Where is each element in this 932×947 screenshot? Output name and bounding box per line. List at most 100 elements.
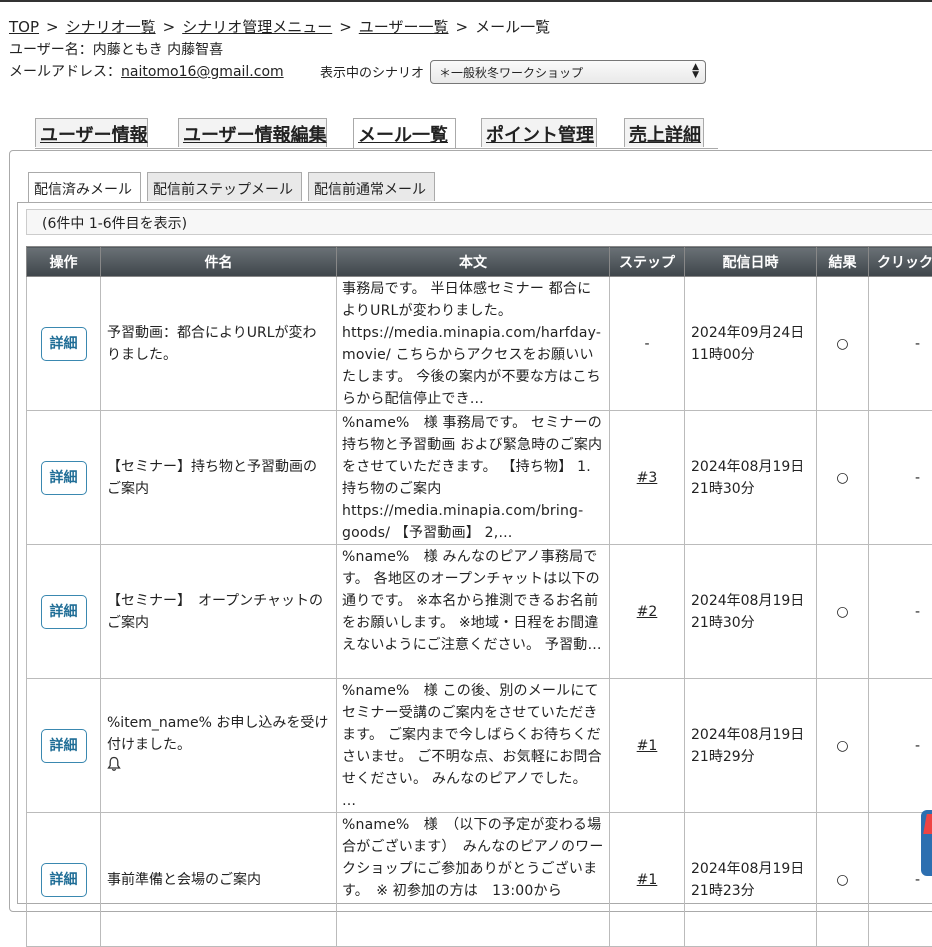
scenario-select[interactable]: ＊一般秋冬ワークショップ ▲▼ bbox=[430, 60, 706, 84]
step-cell: #3 bbox=[610, 411, 685, 545]
header-date: 配信日時 bbox=[685, 247, 817, 277]
header-step: ステップ bbox=[610, 247, 685, 277]
date-cell: 2024年08月19日 21時30分 bbox=[685, 411, 817, 545]
date-value: 2024年08月19日 bbox=[691, 861, 804, 877]
tab-mail-list[interactable]: メール一覧 bbox=[353, 118, 456, 149]
breadcrumb-scenario-menu[interactable]: シナリオ管理メニュー bbox=[182, 18, 332, 36]
body-cell: %name% 様 （以下の予定が変わる場合がございます） みんなのピアノのワーク… bbox=[337, 813, 610, 947]
result-cell: ○ bbox=[817, 545, 869, 679]
action-cell: 詳細 bbox=[27, 679, 101, 813]
click-cell: - bbox=[869, 277, 932, 411]
action-cell: 詳細 bbox=[27, 277, 101, 411]
step-cell: #2 bbox=[610, 545, 685, 679]
user-name-line: ユーザー名：内藤ともき 内藤智喜 bbox=[9, 39, 223, 59]
user-email-line: メールアドレス：naitomo16@gmail.com bbox=[9, 61, 284, 81]
subtab-sent-mail[interactable]: 配信済みメール bbox=[28, 172, 141, 202]
table-header-row: 操作 件名 本文 ステップ 配信日時 結果 クリック bbox=[27, 247, 932, 277]
click-cell: - bbox=[869, 679, 932, 813]
result-cell: ○ bbox=[817, 679, 869, 813]
result-cell: ○ bbox=[817, 411, 869, 545]
time-value: 11時00分 bbox=[691, 347, 755, 363]
date-cell: 2024年08月19日 21時30分 bbox=[685, 545, 817, 679]
user-name-value: 内藤ともき 内藤智喜 bbox=[93, 42, 223, 58]
date-cell: 2024年08月19日 21時29分 bbox=[685, 679, 817, 813]
floating-widget[interactable] bbox=[921, 810, 932, 876]
bell-icon bbox=[107, 756, 121, 772]
result-cell: ○ bbox=[817, 813, 869, 947]
header-action: 操作 bbox=[27, 247, 101, 277]
breadcrumb-separator: > bbox=[455, 18, 468, 36]
detail-button[interactable]: 詳細 bbox=[41, 863, 87, 897]
breadcrumb-user-list[interactable]: ユーザー一覧 bbox=[359, 18, 449, 36]
click-cell: - bbox=[869, 545, 932, 679]
click-cell: - bbox=[869, 411, 932, 545]
subject-cell: 事前準備と会場のご案内 bbox=[101, 813, 337, 947]
user-email-label: メールアドレス： bbox=[9, 64, 121, 80]
table-row: 詳細 予習動画：都合によりURLが変わりました。 事務局です。 半日体感セミナー… bbox=[27, 277, 932, 411]
tab-user-info-edit[interactable]: ユーザー情報編集 bbox=[178, 118, 327, 147]
scenario-label: 表示中のシナリオ bbox=[320, 62, 424, 81]
header-click: クリック bbox=[869, 247, 932, 277]
step-link[interactable]: #1 bbox=[637, 738, 658, 754]
date-value: 2024年08月19日 bbox=[691, 593, 804, 609]
table-row: 詳細 【セミナー】 オープンチャットのご案内 %name% 様 みんなのピアノ事… bbox=[27, 545, 932, 679]
subject-cell: 【セミナー】 オープンチャットのご案内 bbox=[101, 545, 337, 679]
action-cell: 詳細 bbox=[27, 545, 101, 679]
result-cell: ○ bbox=[817, 277, 869, 411]
time-value: 21時23分 bbox=[691, 883, 755, 899]
date-value: 2024年08月19日 bbox=[691, 459, 804, 475]
step-link[interactable]: #3 bbox=[637, 470, 658, 486]
detail-button[interactable]: 詳細 bbox=[41, 595, 87, 629]
body-cell: %name% 様 この後、別のメールにてセミナー受講のご案内をさせていただきます… bbox=[337, 679, 610, 813]
table-row: 詳細 【セミナー】持ち物と予習動画のご案内 %name% 様 事務局です。 セミ… bbox=[27, 411, 932, 545]
subject-cell: 予習動画：都合によりURLが変わりました。 bbox=[101, 277, 337, 411]
header-subject: 件名 bbox=[101, 247, 337, 277]
subtab-pending-normal-mail[interactable]: 配信前通常メール bbox=[308, 172, 435, 201]
step-cell: - bbox=[610, 277, 685, 411]
step-cell: #1 bbox=[610, 679, 685, 813]
detail-button[interactable]: 詳細 bbox=[41, 327, 87, 361]
header-body: 本文 bbox=[337, 247, 610, 277]
body-cell: 事務局です。 半日体感セミナー 都合によりURLが変わりました。 https:/… bbox=[337, 277, 610, 411]
body-cell: %name% 様 事務局です。 セミナーの持ち物と予習動画 および緊急時のご案内… bbox=[337, 411, 610, 545]
body-cell: %name% 様 みんなのピアノ事務局です。 各地区のオープンチャットは以下の通… bbox=[337, 545, 610, 679]
tab-point-management[interactable]: ポイント管理 bbox=[481, 118, 597, 147]
tab-sales-detail[interactable]: 売上詳細 bbox=[624, 118, 704, 147]
breadcrumb-separator: > bbox=[339, 18, 352, 36]
header-result: 結果 bbox=[817, 247, 869, 277]
breadcrumb-current: メール一覧 bbox=[475, 18, 550, 36]
tab-user-info[interactable]: ユーザー情報 bbox=[35, 118, 148, 147]
action-cell: 詳細 bbox=[27, 813, 101, 947]
mail-table: 操作 件名 本文 ステップ 配信日時 結果 クリック 詳細 予習動画：都合により… bbox=[26, 246, 932, 947]
tab-underline bbox=[35, 148, 718, 149]
breadcrumb-top[interactable]: TOP bbox=[9, 18, 39, 36]
time-value: 21時30分 bbox=[691, 481, 755, 497]
time-value: 21時29分 bbox=[691, 749, 755, 765]
subtab-pending-step-mail[interactable]: 配信前ステップメール bbox=[147, 172, 302, 201]
step-link[interactable]: #2 bbox=[637, 604, 658, 620]
detail-button[interactable]: 詳細 bbox=[41, 729, 87, 763]
subject-cell: %item_name% お申し込みを受け付けました。 bbox=[101, 679, 337, 813]
user-name-label: ユーザー名： bbox=[9, 42, 93, 58]
subject-cell: 【セミナー】持ち物と予習動画のご案内 bbox=[101, 411, 337, 545]
action-cell: 詳細 bbox=[27, 411, 101, 545]
step-cell: #1 bbox=[610, 813, 685, 947]
select-arrows-icon: ▲▼ bbox=[692, 63, 699, 79]
breadcrumb-scenario-list[interactable]: シナリオ一覧 bbox=[66, 18, 156, 36]
user-email-link[interactable]: naitomo16@gmail.com bbox=[121, 64, 284, 80]
scenario-selected-value: ＊一般秋冬ワークショップ bbox=[439, 66, 583, 80]
step-link[interactable]: #1 bbox=[637, 872, 658, 888]
date-value: 2024年09月24日 bbox=[691, 325, 804, 341]
breadcrumb: TOP>シナリオ一覧>シナリオ管理メニュー>ユーザー一覧>メール一覧 bbox=[9, 16, 550, 37]
date-value: 2024年08月19日 bbox=[691, 727, 804, 743]
table-row: 詳細 %item_name% お申し込みを受け付けました。 %name% 様 こ… bbox=[27, 679, 932, 813]
detail-button[interactable]: 詳細 bbox=[41, 461, 87, 495]
date-cell: 2024年08月19日 21時23分 bbox=[685, 813, 817, 947]
result-count: (6件中 1-6件目を表示) bbox=[26, 209, 932, 235]
time-value: 21時30分 bbox=[691, 615, 755, 631]
subject-text: %item_name% お申し込みを受け付けました。 bbox=[107, 715, 328, 753]
breadcrumb-separator: > bbox=[163, 18, 176, 36]
widget-stripe bbox=[923, 814, 932, 834]
table-row: 詳細 事前準備と会場のご案内 %name% 様 （以下の予定が変わる場合がござい… bbox=[27, 813, 932, 947]
date-cell: 2024年09月24日 11時00分 bbox=[685, 277, 817, 411]
